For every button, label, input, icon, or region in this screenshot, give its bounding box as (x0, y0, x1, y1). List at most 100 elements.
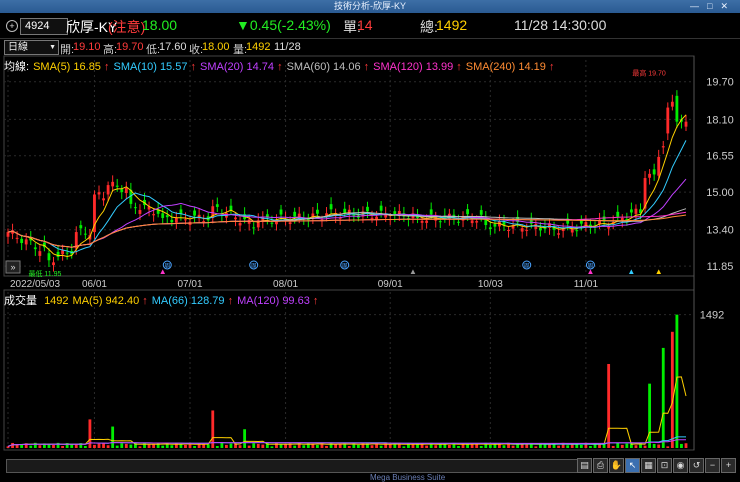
candle-16 (79, 225, 83, 229)
candle-135 (620, 217, 624, 221)
volume-bar-39 (184, 444, 187, 448)
candle-107 (493, 224, 497, 227)
volume-bar-48 (225, 444, 228, 448)
crosshair-icon[interactable]: ⊡ (657, 458, 672, 473)
volume-bar-148 (680, 443, 683, 448)
candle-4 (24, 239, 28, 245)
volume-legend-item-0: MA(5) 942.40 ↑ (72, 295, 148, 307)
volume-bar-99 (457, 446, 460, 448)
volume-bar-142 (652, 443, 656, 448)
volume-bar-10 (52, 444, 55, 448)
volume-bar-56 (261, 444, 265, 448)
volume-bar-135 (620, 444, 624, 448)
volume-bar-12 (61, 446, 65, 448)
volume-bar-54 (252, 443, 256, 448)
volume-bar-73 (338, 444, 342, 448)
volume-bar-52 (243, 429, 247, 448)
volume-bar-109 (502, 445, 506, 448)
candle-145 (666, 107, 670, 134)
ma-legend-item-arrow-1: ↑ (190, 61, 197, 73)
volume-bar-22 (106, 445, 110, 448)
ma-legend-item-4: SMA(120) 13.99 ↑ (373, 61, 462, 73)
ma-legend-item-arrow-5: ↑ (548, 61, 555, 73)
volume-legend-item-2: MA(120) 99.63 ↑ (237, 295, 319, 307)
volume-bar-132 (607, 363, 611, 448)
volume-bar-141 (648, 383, 652, 448)
eye-icon[interactable]: ◉ (673, 458, 688, 473)
date-tick-3: 08/01 (273, 279, 298, 290)
volume-bar-65 (302, 445, 306, 448)
date-tick-5: 10/03 (478, 279, 503, 290)
volume-bar-70 (325, 446, 328, 448)
candle-149 (684, 121, 688, 127)
volume-bar-44 (206, 444, 210, 448)
candle-62 (288, 222, 292, 225)
volume-bar-138 (634, 445, 638, 448)
volume-bar-51 (238, 445, 242, 448)
volume-bar-58 (270, 446, 274, 448)
volume-bar-7 (38, 445, 42, 448)
volume-bar-101 (466, 444, 469, 448)
candle-39 (184, 219, 187, 221)
volume-bar-29 (138, 446, 142, 448)
volume-bar-0 (6, 446, 10, 448)
price-panel-frame (3, 55, 695, 277)
volume-bar-140 (643, 445, 647, 448)
date-tick-2: 07/01 (177, 279, 202, 290)
volume-bar-111 (511, 445, 515, 448)
candle-17 (83, 233, 87, 235)
printer-icon[interactable]: ▤ (577, 458, 592, 473)
event-marker-1: ▲ (409, 267, 417, 276)
volume-bar-36 (170, 445, 174, 448)
candle-110 (507, 230, 510, 232)
candle-43 (202, 221, 206, 223)
event-marker-2: ▲ (586, 267, 594, 276)
hand-icon[interactable]: ✋ (609, 458, 624, 473)
volume-bar-80 (370, 445, 374, 448)
volume-legend-item-arrow-2: ↑ (312, 295, 319, 307)
candle-92 (425, 220, 429, 223)
volume-bar-75 (347, 445, 351, 448)
candle-80 (370, 217, 374, 219)
candle-36 (170, 219, 174, 223)
volume-bar-143 (657, 444, 661, 448)
volume-bar-14 (70, 444, 74, 448)
volume-bar-130 (598, 444, 601, 448)
candle-28 (133, 207, 137, 209)
date-tick-0: 2022/05/03 (10, 279, 60, 290)
candle-26 (124, 187, 128, 194)
candle-11 (56, 251, 60, 257)
print-icon[interactable]: ⎙ (593, 458, 608, 473)
volume-bar-146 (670, 331, 674, 448)
candle-95 (438, 221, 442, 223)
volume-bar-123 (566, 445, 570, 448)
zoom-out-icon[interactable]: − (705, 458, 720, 473)
volume-bar-94 (434, 445, 438, 448)
refresh-icon[interactable]: ↺ (689, 458, 704, 473)
candle-125 (575, 230, 579, 232)
volume-legend-items: MA(5) 942.40 ↑ MA(66) 128.79 ↑ MA(120) 99.… (73, 295, 323, 307)
ma-legend-item-arrow-0: ↑ (103, 61, 110, 73)
grid-icon[interactable]: ▦ (641, 458, 656, 473)
volume-ma-line-5 (7, 376, 687, 447)
candle-51 (238, 222, 242, 226)
volume-bar-134 (616, 442, 620, 448)
candle-29 (138, 210, 142, 214)
volume-legend-item-arrow-0: ↑ (142, 295, 148, 307)
chart-scrollbar[interactable] (6, 459, 584, 473)
candle-21 (102, 198, 105, 201)
volume-bar-25 (120, 443, 124, 448)
volume-bar-102 (470, 444, 474, 448)
candle-3 (20, 238, 24, 244)
cursor-icon[interactable]: ↖ (625, 458, 640, 473)
event-marker-4: ▲ (655, 267, 663, 276)
ma-legend-item-1: SMA(10) 15.57 ↑ (113, 61, 197, 73)
volume-bar-27 (129, 444, 133, 448)
volume-panel-frame (3, 289, 695, 451)
candle-22 (106, 185, 110, 195)
volume-bar-72 (334, 444, 338, 448)
date-tick-6: 11/01 (574, 279, 599, 290)
candle-7 (38, 251, 42, 256)
candle-74 (343, 208, 347, 214)
zoom-in-icon[interactable]: + (721, 458, 736, 473)
